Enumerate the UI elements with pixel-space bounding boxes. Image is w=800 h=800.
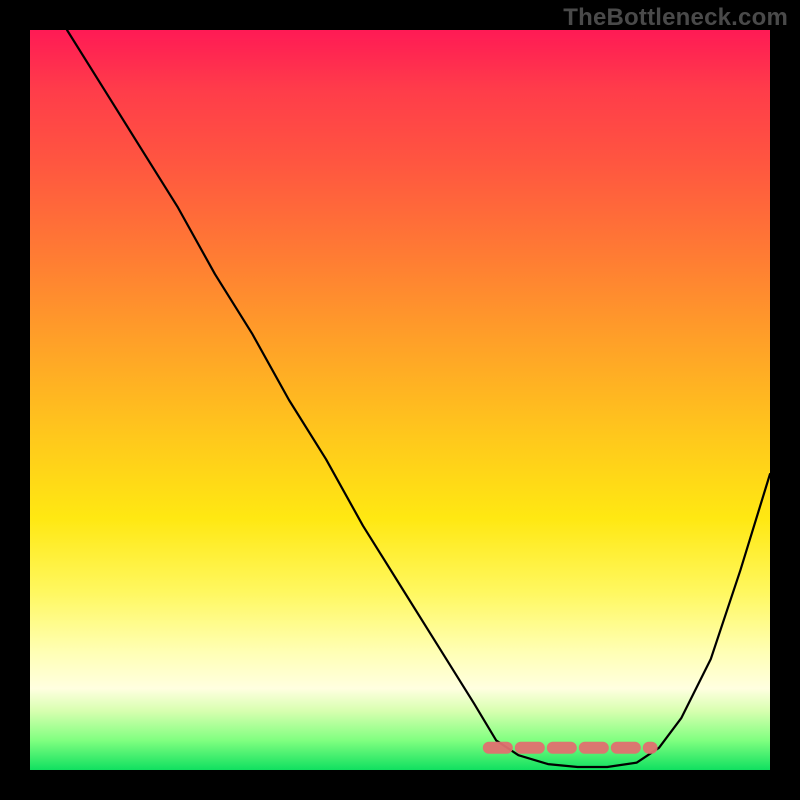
bottleneck-curve: [67, 30, 770, 767]
chart-frame: TheBottleneck.com: [0, 0, 800, 800]
chart-plot-area: [30, 30, 770, 770]
chart-svg: [30, 30, 770, 770]
watermark-text: TheBottleneck.com: [563, 4, 788, 32]
